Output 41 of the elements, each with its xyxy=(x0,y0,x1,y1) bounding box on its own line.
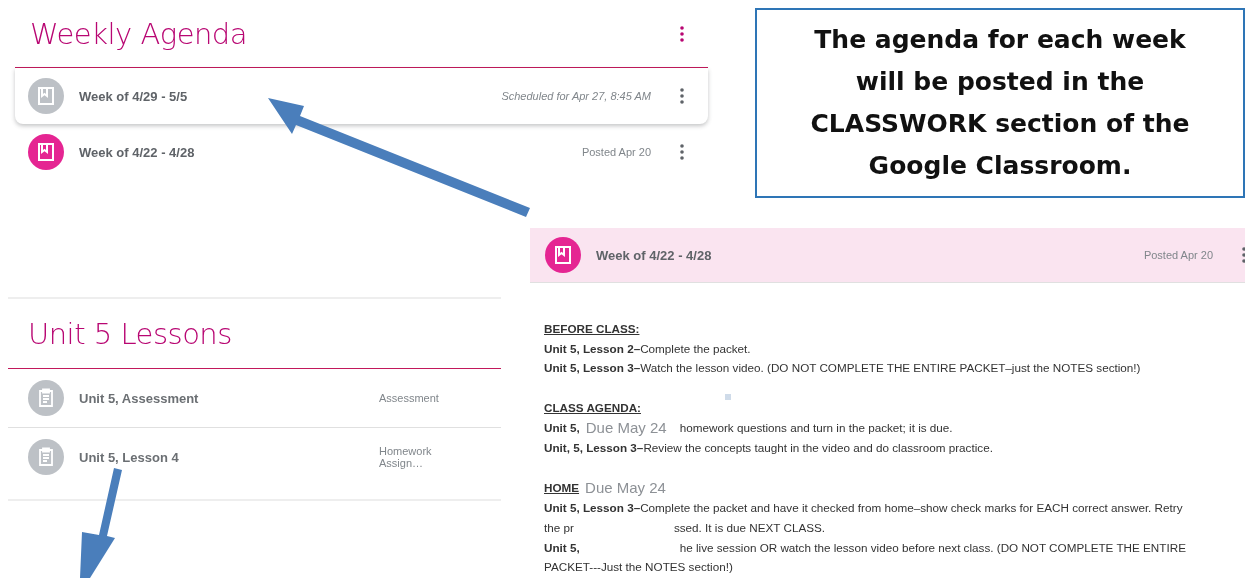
agenda-text: the pr xyxy=(544,520,574,536)
book-icon xyxy=(28,134,64,170)
agenda-text: ssed. It is due NEXT CLASS. xyxy=(673,520,826,536)
more-options-icon[interactable] xyxy=(680,88,684,104)
book-icon xyxy=(28,78,64,114)
section-heading: HOME xyxy=(544,479,580,496)
due-date: Due May 24 xyxy=(584,478,666,496)
agenda-line: Unit, 5, Lesson 3–Review the concepts taught in the video and do classroom practice. xyxy=(544,440,994,457)
topic-title: Unit 5 Lessons xyxy=(28,316,232,351)
assignment-type: Homework Assign… xyxy=(379,445,433,469)
assignment-title: Unit 5, Lesson 4 xyxy=(79,449,180,465)
section-heading: CLASS AGENDA: xyxy=(544,399,642,416)
clipboard-icon xyxy=(28,439,64,475)
assignment-row[interactable]: Unit 5, Lesson 4 Homework Assign… xyxy=(8,428,501,486)
callout-note: The agenda for each week will be posted in the CLASSWORK section of the Google Classroom. xyxy=(755,8,1245,198)
assignment-row[interactable]: Unit 5, Assessment Assessment xyxy=(8,369,501,428)
agenda-text: Unit 5, xyxy=(544,419,580,436)
book-icon xyxy=(545,237,581,273)
due-date: Due May 24 xyxy=(584,418,667,436)
agenda-text: Unit 5, xyxy=(544,539,580,556)
more-options-icon[interactable] xyxy=(680,144,684,160)
assignment-title: Unit 5, Assessment xyxy=(79,390,200,406)
section-heading: BEFORE CLASS: xyxy=(544,321,641,337)
more-options-icon[interactable] xyxy=(1242,247,1245,263)
clipboard-icon xyxy=(28,380,64,416)
post-status: Scheduled for Apr 27, 8:45 AM xyxy=(501,90,651,102)
selection-marker xyxy=(725,394,731,400)
material-title: Week of 4/22 - 4/28 xyxy=(79,144,196,160)
agenda-line: PACKET---Just the NOTES section!) xyxy=(544,559,734,576)
agenda-text: he live session OR watch the lesson video before next class. (DO NOT COMPLETE THE ENTIRE xyxy=(679,539,1186,556)
agenda-line: Unit 5, Lesson 2–Complete the packet. xyxy=(544,340,752,357)
assignment-type: Assessment xyxy=(379,392,439,404)
material-title: Week of 4/29 - 5/5 xyxy=(79,88,189,104)
post-title: Week of 4/22 - 4/28 xyxy=(596,247,713,263)
agenda-line: Unit 5, Lesson 3–Watch the lesson video. (DO NOT COMPLETE THE ENTIRE PACKET–just the NOTES section!) xyxy=(544,360,1142,377)
agenda-text: homework questions and turn in the packet; it is due. xyxy=(679,419,953,436)
post-status: Posted Apr 20 xyxy=(1143,249,1213,261)
agenda-line: Unit 5, Lesson 3–Complete the packet and have it checked from home–show check marks for EACH correct answer. Retry xyxy=(544,500,1184,517)
topic-title: Weekly Agenda xyxy=(30,16,248,51)
more-options-icon[interactable] xyxy=(680,25,684,42)
post-status: Posted Apr 20 xyxy=(581,146,651,158)
